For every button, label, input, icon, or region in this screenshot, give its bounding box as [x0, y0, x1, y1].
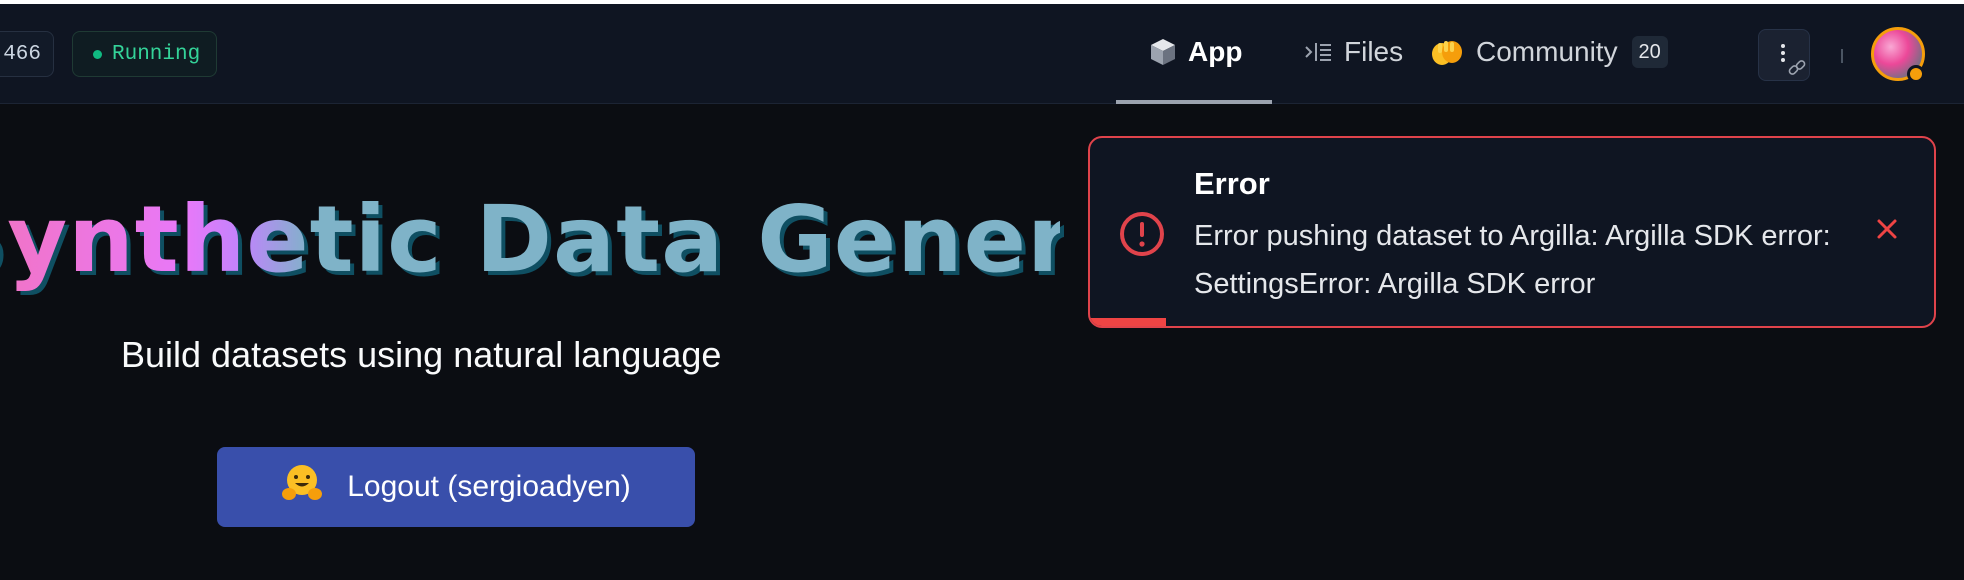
link-icon — [1787, 58, 1807, 83]
hugging-face-icon — [281, 463, 323, 511]
toast-title: Error — [1194, 166, 1270, 201]
logout-button[interactable]: Logout (sergioadyen) — [217, 447, 695, 527]
more-options-button[interactable] — [1758, 29, 1810, 81]
status-badge[interactable]: Running — [72, 31, 218, 77]
tab-files[interactable]: Files — [1272, 0, 1422, 104]
hugging-hands-icon — [1430, 37, 1464, 67]
toast-message: Error pushing dataset to Argilla: Argill… — [1194, 220, 1831, 300]
status-text: Running — [112, 42, 201, 66]
alert-circle-icon — [1118, 210, 1166, 263]
community-count-badge: 20 — [1631, 36, 1668, 68]
tab-community[interactable]: Community 20 — [1422, 0, 1668, 104]
likes-counter[interactable]: 466 — [0, 31, 54, 77]
close-icon[interactable] — [1872, 214, 1902, 244]
header-divider — [1841, 49, 1843, 63]
status-dot-icon — [93, 49, 102, 59]
space-tabs: App Files Community 20 — [1116, 0, 1668, 104]
page-title: Synthetic Data Generator — [0, 178, 1291, 302]
more-vertical-icon — [1781, 44, 1785, 65]
cube-icon — [1150, 38, 1176, 66]
tab-app-label: App — [1188, 36, 1243, 67]
logout-label: Logout (sergioadyen) — [347, 470, 631, 503]
page-subtitle: Build datasets using natural language — [121, 334, 722, 375]
tab-files-label: Files — [1344, 36, 1404, 67]
files-icon — [1304, 40, 1332, 64]
tab-community-label: Community — [1476, 36, 1618, 67]
avatar-status-dot — [1907, 65, 1925, 83]
tab-app[interactable]: App — [1116, 0, 1272, 104]
error-toast: Error Error pushing dataset to Argilla: … — [1088, 136, 1936, 328]
likes-count: 466 — [3, 42, 41, 66]
toast-progress-bar — [1090, 318, 1166, 326]
top-header: 466 Running App Files Community 20 — [0, 0, 1964, 104]
